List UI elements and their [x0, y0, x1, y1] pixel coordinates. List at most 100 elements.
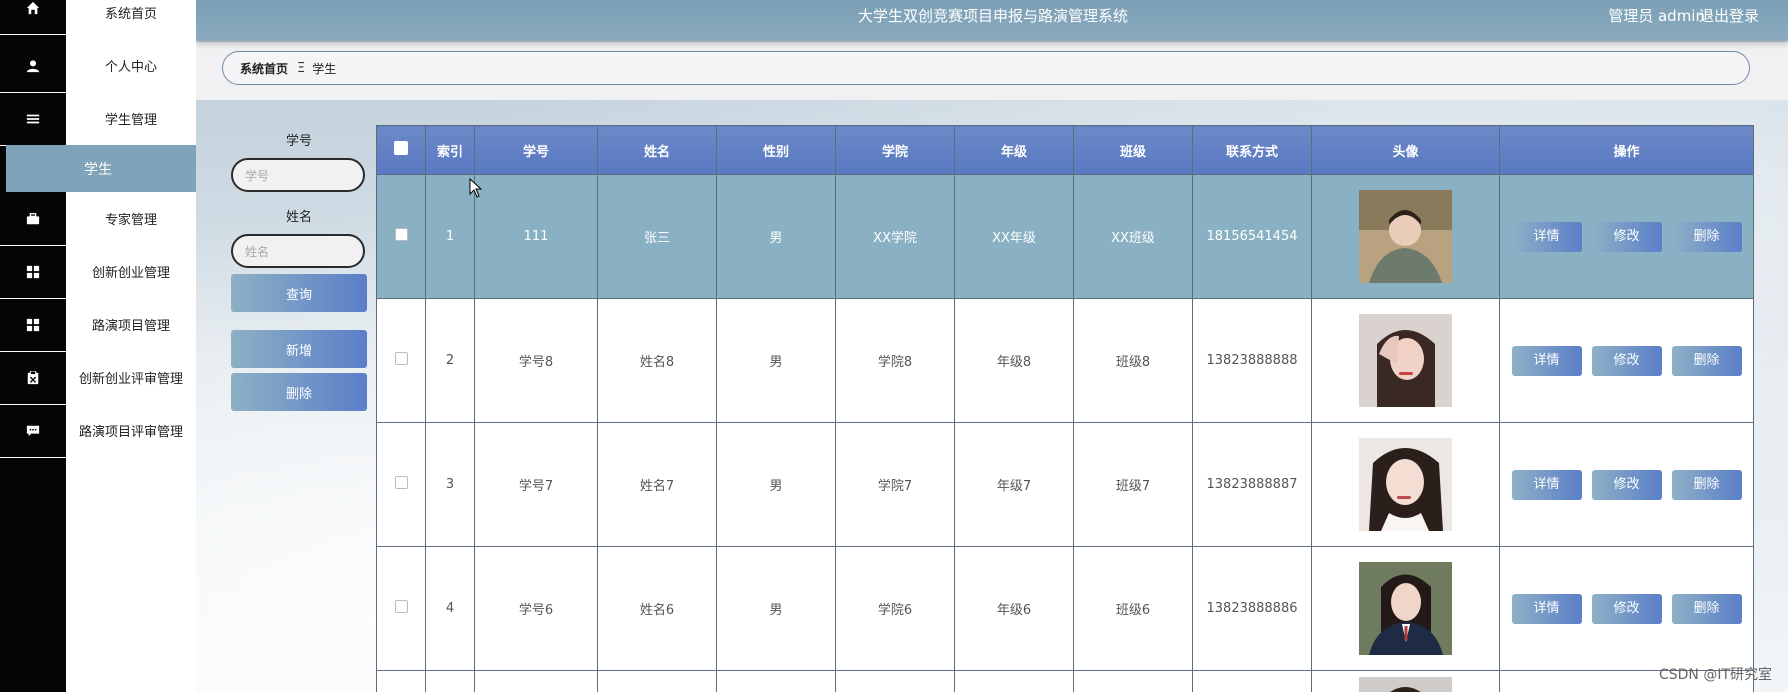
breadcrumb: 系统首页 Ξ 学生: [222, 51, 1750, 85]
avatar-image[interactable]: [1359, 562, 1452, 655]
row-checkbox[interactable]: [394, 476, 408, 489]
row-checkbox[interactable]: [394, 600, 408, 613]
cell-grade: [954, 670, 1074, 692]
cell-grade: XX年级: [954, 174, 1074, 299]
delete-button[interactable]: 删除: [1671, 469, 1742, 500]
detail-button[interactable]: 详情: [1511, 345, 1582, 376]
sidebar-icon-innovation-review[interactable]: [0, 351, 66, 405]
col-header-actions: 操作: [1499, 125, 1754, 175]
cell-gender: 男: [716, 546, 836, 671]
student-table: 索引 学号 姓名 性别 学院 年级 班级 联系方式 头像 操作 1 111 张三…: [376, 125, 1754, 692]
cell-grade: 年级6: [954, 546, 1074, 671]
edit-button[interactable]: 修改: [1591, 221, 1662, 252]
xuehao-input[interactable]: 学号: [231, 158, 365, 192]
cell-gender: 男: [716, 174, 836, 299]
col-header-college: 学院: [835, 125, 955, 175]
xingming-label: 姓名: [285, 210, 312, 225]
breadcrumb-home[interactable]: 系统首页: [240, 60, 288, 77]
cell-xuehao: 111: [474, 174, 598, 299]
edit-button[interactable]: 修改: [1591, 345, 1662, 376]
cell-grade: 年级8: [954, 298, 1074, 423]
col-header-grade: 年级: [954, 125, 1074, 175]
cell-index: 2: [425, 298, 475, 423]
sidebar-icon-students[interactable]: [0, 92, 66, 146]
cell-name: 姓名8: [597, 298, 717, 423]
breadcrumb-current: 学生: [312, 61, 337, 76]
xingming-input[interactable]: 姓名: [231, 234, 365, 268]
sidebar-icon-roadshow[interactable]: [0, 298, 66, 352]
row-checkbox[interactable]: [394, 228, 408, 241]
delete-button[interactable]: 删除: [1671, 593, 1742, 624]
avatar-image[interactable]: [1359, 314, 1452, 407]
edit-button[interactable]: 修改: [1591, 593, 1662, 624]
cell-class: 班级6: [1073, 546, 1193, 671]
avatar-image[interactable]: [1359, 438, 1452, 531]
cell-class: 班级7: [1073, 422, 1193, 547]
sidebar-icon-roadshow-review[interactable]: [0, 404, 66, 458]
xuehao-label: 学号: [285, 134, 312, 149]
cell-avatar: [1311, 298, 1500, 423]
detail-button[interactable]: 详情: [1511, 469, 1582, 500]
delete-button[interactable]: 删除: [1671, 221, 1742, 252]
row-checkbox[interactable]: [394, 352, 408, 365]
mouse-cursor-icon: [469, 178, 483, 198]
sidebar-item-home[interactable]: 系统首页: [66, 0, 196, 39]
admin-label: 管理员 admin: [1608, 7, 1705, 25]
sidebar-icon-home[interactable]: [0, 0, 66, 35]
delete-button[interactable]: 删除: [1671, 345, 1742, 376]
edit-button[interactable]: 修改: [1591, 469, 1662, 500]
query-button[interactable]: 查询: [231, 274, 367, 312]
sidebar-icon-experts[interactable]: [0, 192, 66, 246]
sidebar-subitem-student[interactable]: 学生: [6, 145, 196, 192]
add-button[interactable]: 新增: [231, 330, 367, 368]
row-checkbox-cell: [376, 298, 426, 423]
sidebar-icon-rail: [0, 0, 66, 692]
cell-college: 学院8: [835, 298, 955, 423]
detail-button[interactable]: 详情: [1511, 593, 1582, 624]
sidebar-item-roadshow[interactable]: 路演项目管理: [66, 298, 196, 351]
row-checkbox-cell: [376, 670, 426, 692]
cell-phone: 13823888886: [1192, 546, 1312, 671]
avatar-image[interactable]: [1359, 677, 1452, 692]
table-header-row: 索引 学号 姓名 性别 学院 年级 班级 联系方式 头像 操作: [376, 125, 1754, 175]
cell-name: [597, 670, 717, 692]
cell-college: 学院7: [835, 422, 955, 547]
table-row[interactable]: 4 学号6 姓名6 男 学院6 年级6 班级6 13823888886 详情 修改…: [376, 546, 1754, 671]
col-header-name: 姓名: [597, 125, 717, 175]
table-row[interactable]: 1 111 张三 男 XX学院 XX年级 XX班级 18156541454 详情…: [376, 174, 1754, 299]
row-checkbox-cell: [376, 174, 426, 299]
cell-index: 4: [425, 546, 475, 671]
col-header-phone: 联系方式: [1192, 125, 1312, 175]
watermark-text: CSDN @IT研究室: [1658, 667, 1772, 683]
breadcrumb-bar: 系统首页 Ξ 学生: [196, 42, 1788, 100]
cell-class: XX班级: [1073, 174, 1193, 299]
col-header-index: 索引: [425, 125, 475, 175]
cell-gender: 男: [716, 422, 836, 547]
sidebar-icon-user[interactable]: [0, 39, 66, 93]
table-row[interactable]: [376, 670, 1754, 692]
cell-college: XX学院: [835, 174, 955, 299]
cell-phone: 13823888887: [1192, 422, 1312, 547]
grid-icon: [26, 265, 40, 278]
sidebar-item-roadshow-review[interactable]: 路演项目评审管理: [66, 404, 196, 457]
system-title: 大学生双创竞赛项目申报与路演管理系统: [858, 7, 1129, 25]
sidebar-item-innovation-review[interactable]: 创新创业评审管理: [66, 351, 196, 404]
sidebar-item-experts[interactable]: 专家管理: [66, 192, 196, 245]
cell-actions: 详情 修改 删除: [1499, 298, 1754, 423]
select-all-checkbox[interactable]: [394, 141, 408, 155]
sidebar-item-profile[interactable]: 个人中心: [66, 39, 196, 92]
table-row[interactable]: 2 学号8 姓名8 男 学院8 年级8 班级8 13823888888 详情 修改…: [376, 298, 1754, 423]
avatar-image[interactable]: [1359, 190, 1452, 283]
sidebar-item-innovation[interactable]: 创新创业管理: [66, 245, 196, 298]
cell-gender: 男: [716, 298, 836, 423]
logout-link[interactable]: 退出登录: [1699, 5, 1759, 26]
cell-college: 学院6: [835, 546, 955, 671]
cell-phone: [1192, 670, 1312, 692]
cell-avatar: [1311, 670, 1500, 692]
sidebar-icon-innovation[interactable]: [0, 245, 66, 299]
table-row[interactable]: 3 学号7 姓名7 男 学院7 年级7 班级7 13823888887 详情 修改…: [376, 422, 1754, 547]
home-icon: [26, 1, 40, 14]
sidebar-item-students[interactable]: 学生管理: [66, 92, 196, 145]
detail-button[interactable]: 详情: [1511, 221, 1582, 252]
batch-delete-button[interactable]: 删除: [231, 373, 367, 411]
